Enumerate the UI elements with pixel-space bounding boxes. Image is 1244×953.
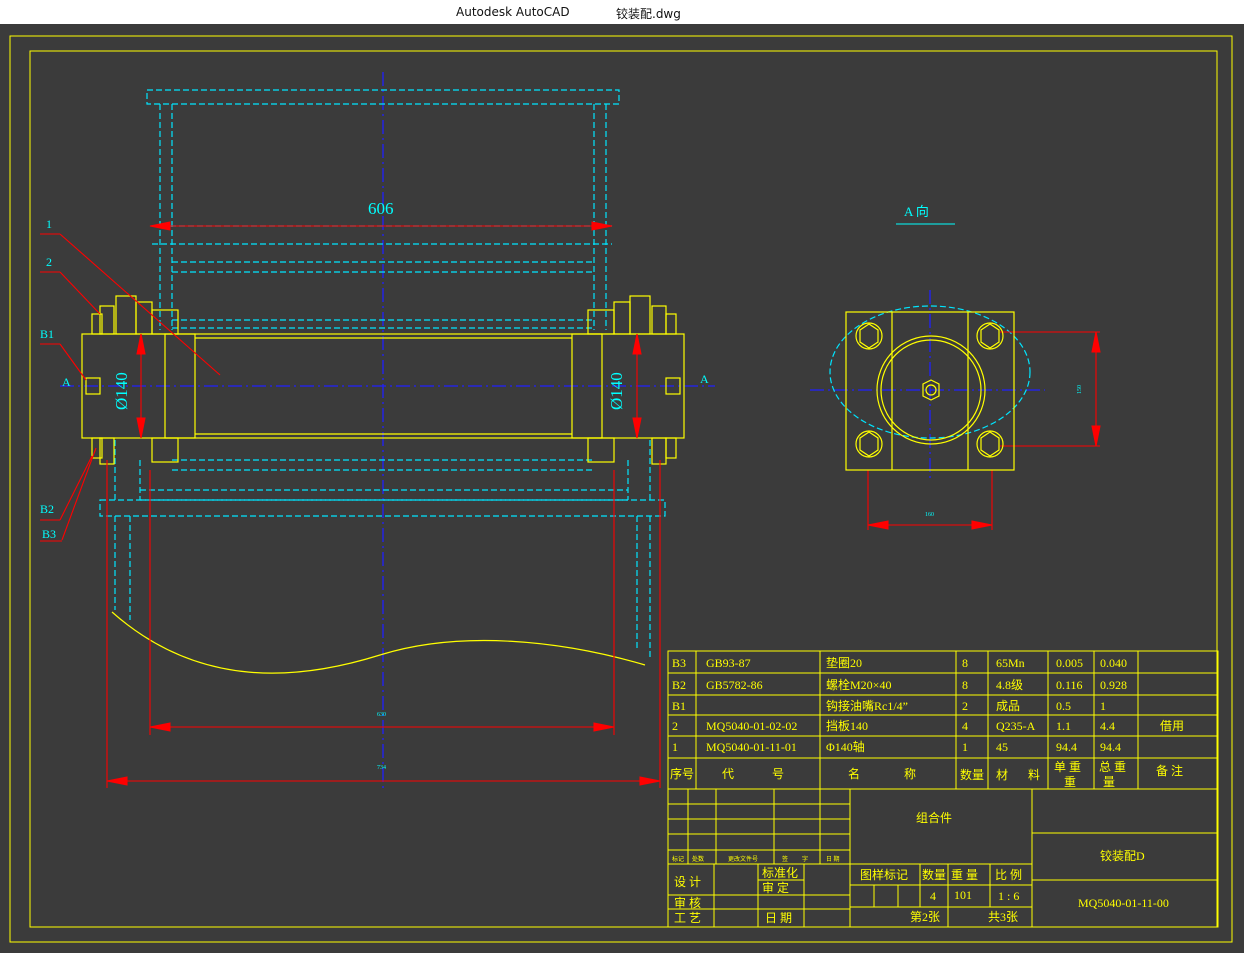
bom-cell: 挡板140 xyxy=(826,719,868,733)
sample-mark-label: 图样标记 xyxy=(860,867,908,882)
weight-label: 重 量 xyxy=(951,868,978,882)
check-label: 审 核 xyxy=(674,895,701,910)
bom-cell: 8 xyxy=(962,656,968,670)
bom-cell: 钩接油嘴Rc1/4” xyxy=(826,698,908,713)
bom-cell: 1 xyxy=(962,740,968,754)
bom-cell: 成品 xyxy=(996,699,1020,713)
bom-rows: B3 GB93-87 垫圈20 8 65Mn 0.005 0.040 B2 GB5782-86 螺… xyxy=(672,655,1184,754)
bom-cell: Φ140轴 xyxy=(826,739,865,754)
header-name-a: 名 xyxy=(848,766,860,781)
bom-cell: B1 xyxy=(672,699,686,713)
callout-b2: B2 xyxy=(40,502,54,516)
header-seq: 序号 xyxy=(670,766,694,781)
scale-label: 比 例 xyxy=(995,868,1022,882)
header-unit-a: 单 重 xyxy=(1054,760,1081,774)
part-name: 铰装配D xyxy=(1100,848,1145,863)
bom-cell: GB5782-86 xyxy=(706,678,763,692)
drawing-canvas[interactable]: 606 Ø140 Ø140 630 734 150 160 A 向 A A 1 … xyxy=(0,24,1244,953)
bom-cell: GB93-87 xyxy=(706,656,751,670)
rev-count: 处数 xyxy=(692,855,704,863)
rev-sign-a: 签 xyxy=(782,855,788,863)
assembly-label: 组合件 xyxy=(916,810,952,825)
design-label: 设 计 xyxy=(674,875,701,889)
header-unit-b: 重 xyxy=(1064,775,1076,789)
section-mark-left: A xyxy=(62,375,71,389)
bom-cell: 0.928 xyxy=(1100,678,1127,692)
header-total-a: 总 重 xyxy=(1099,760,1126,774)
callout-2: 2 xyxy=(46,255,52,269)
callout-1: 1 xyxy=(46,217,52,231)
bom-cell: 8 xyxy=(962,678,968,692)
weight-value: 101 xyxy=(954,888,972,902)
bom-cell: 4.8级 xyxy=(996,678,1023,692)
bom-cell: 0.116 xyxy=(1056,678,1083,692)
total-sheets: 共3张 xyxy=(988,910,1018,924)
dim-150: 150 xyxy=(1077,385,1083,394)
bom-cell: 0.005 xyxy=(1056,656,1083,670)
header-remark: 备 注 xyxy=(1156,763,1183,778)
standard-label: 标准化 xyxy=(762,866,798,880)
header-code-a: 代 xyxy=(722,767,734,781)
hidden-lines xyxy=(99,89,1031,660)
sheet-number: 第2张 xyxy=(910,910,940,924)
file-name: 铰装配.dwg xyxy=(616,7,681,21)
bom-cell: 0.5 xyxy=(1056,699,1071,713)
bom-cell: 65Mn xyxy=(996,656,1025,670)
section-mark-right: A xyxy=(700,372,709,386)
window-title-bar: Autodesk AutoCAD 铰装配.dwg xyxy=(0,0,1244,24)
bom-cell: 1 xyxy=(672,740,678,754)
rev-mark: 标记 xyxy=(672,855,684,863)
quantity-label: 数量 xyxy=(922,867,946,882)
bom-cell: MQ5040-01-02-02 xyxy=(706,719,797,733)
dim-734: 734 xyxy=(377,765,386,771)
dim-606: 606 xyxy=(368,199,394,218)
header-code-b: 号 xyxy=(772,767,784,781)
bom-cell: 螺栓M20×40 xyxy=(826,677,891,692)
view-label: A 向 xyxy=(904,204,929,219)
app-name: Autodesk AutoCAD xyxy=(456,5,570,19)
bom-cell: 94.4 xyxy=(1056,740,1077,754)
bom-cell: 4 xyxy=(962,719,968,733)
dim-dia-right: Ø140 xyxy=(607,372,626,410)
bom-cell: 借用 xyxy=(1160,719,1184,733)
drawing-frame xyxy=(9,35,1233,943)
bom-cell: Q235-A xyxy=(996,719,1036,733)
bom-header: 序号 代 号 名 称 数量 材 料 单 重 重 总 重 量 备 注 xyxy=(670,760,1183,789)
header-qty: 数量 xyxy=(960,767,984,782)
bom-cell: MQ5040-01-11-01 xyxy=(706,740,797,754)
header-mat-a: 材 xyxy=(996,768,1008,782)
rev-date: 日 期 xyxy=(826,855,840,863)
rev-sign-b: 字 xyxy=(802,855,808,863)
header-total-b: 量 xyxy=(1103,775,1115,789)
date-label: 日 期 xyxy=(765,911,792,925)
bom-cell: 垫圈20 xyxy=(826,655,862,670)
dim-630: 630 xyxy=(377,712,386,718)
drawing-number: MQ5040-01-11-00 xyxy=(1078,896,1169,910)
bom-cell: 4.4 xyxy=(1100,719,1115,733)
scale-value: 1 : 6 xyxy=(998,889,1019,903)
bom-cell: 2 xyxy=(962,699,968,713)
bom-cell: 0.040 xyxy=(1100,656,1127,670)
header-mat-b: 料 xyxy=(1028,768,1040,782)
bom-cell: 1.1 xyxy=(1056,719,1071,733)
bom-cell: 94.4 xyxy=(1100,740,1121,754)
bom-cell: 1 xyxy=(1100,699,1106,713)
bom-cell: 2 xyxy=(672,719,678,733)
bom-cell: B2 xyxy=(672,678,686,692)
process-label: 工 艺 xyxy=(674,911,701,925)
bom-cell: B3 xyxy=(672,656,686,670)
quantity-value: 4 xyxy=(930,889,936,903)
dim-160: 160 xyxy=(925,512,934,518)
rev-doc: 更改文件号 xyxy=(728,855,758,863)
review-label: 审 定 xyxy=(762,880,789,895)
header-name-b: 称 xyxy=(904,767,916,781)
callout-b3: B3 xyxy=(42,527,56,541)
dim-dia-left: Ø140 xyxy=(112,372,131,410)
bom-cell: 45 xyxy=(996,740,1008,754)
callout-b1: B1 xyxy=(40,327,54,341)
